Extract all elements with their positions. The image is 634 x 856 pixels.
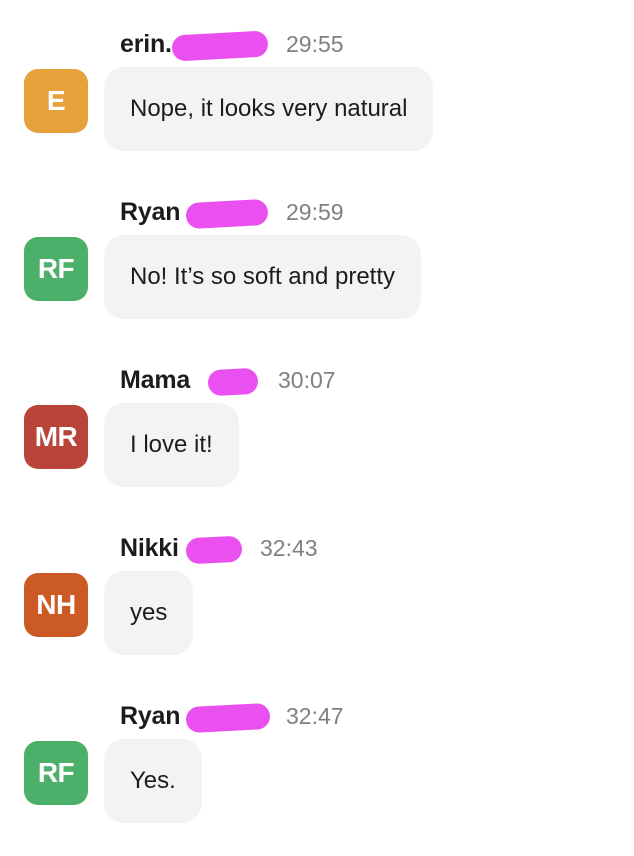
sender-name[interactable]: erin.: [120, 30, 172, 58]
avatar-initials: RF: [37, 253, 75, 284]
message-bubble: No! It’s so soft and pretty: [104, 235, 422, 319]
redaction-mark: [185, 198, 269, 229]
avatar-initials: NH: [36, 589, 76, 620]
avatar[interactable]: RF: [24, 237, 88, 301]
sender-name[interactable]: Ryan: [120, 702, 181, 730]
avatar[interactable]: NH: [24, 573, 88, 637]
message-header: Mama 30:07: [120, 363, 336, 397]
avatar-initials: MR: [34, 421, 78, 452]
message-text: I love it!: [130, 431, 213, 458]
message-bubble: yes: [104, 571, 194, 655]
sender-name-wrapper[interactable]: erin.: [120, 30, 270, 61]
message-item: Nikki 32:43 NH yes: [0, 531, 634, 699]
message-timestamp[interactable]: 29:55: [286, 31, 344, 58]
message-bubble: Nope, it looks very natural: [104, 67, 434, 151]
message-header: Ryan 32:47: [120, 699, 344, 733]
redaction-mark: [185, 535, 243, 564]
message-header: Ryan 29:59: [120, 195, 344, 229]
sender-name-wrapper[interactable]: Ryan: [120, 198, 270, 229]
avatar-initials: E: [46, 85, 66, 116]
sender-name-wrapper[interactable]: Nikki: [120, 534, 243, 564]
message-bubble: I love it!: [104, 403, 239, 487]
avatar-initials: RF: [37, 757, 75, 788]
message-timestamp[interactable]: 32:43: [260, 535, 318, 562]
message-item: erin. 29:55 E Nope, it looks very natura…: [0, 27, 634, 195]
message-timestamp[interactable]: 32:47: [286, 703, 344, 730]
chat-message-list: erin. 29:55 E Nope, it looks very natura…: [0, 0, 634, 856]
message-timestamp[interactable]: 29:59: [286, 199, 344, 226]
message-timestamp[interactable]: 30:07: [278, 367, 336, 394]
message-header: erin. 29:55: [120, 27, 344, 61]
sender-name-wrapper[interactable]: Ryan: [120, 702, 271, 733]
message-item: Ryan 32:47 RF Yes.: [0, 699, 634, 856]
redaction-mark: [185, 702, 271, 733]
message-text: yes: [130, 599, 168, 626]
message-item: Ryan 29:59 RF No! It’s so soft and prett…: [0, 195, 634, 363]
sender-name[interactable]: Nikki: [120, 534, 179, 562]
avatar[interactable]: RF: [24, 741, 88, 805]
avatar[interactable]: MR: [24, 405, 88, 469]
avatar[interactable]: E: [24, 69, 88, 133]
sender-name[interactable]: Mama: [120, 366, 190, 394]
message-text: Yes.: [130, 767, 176, 794]
message-header: Nikki 32:43: [120, 531, 318, 565]
message-text: No! It’s so soft and pretty: [130, 263, 396, 290]
message-item: Mama 30:07 MR I love it!: [0, 363, 634, 531]
message-text: Nope, it looks very natural: [130, 95, 408, 122]
message-bubble: Yes.: [104, 739, 202, 823]
sender-name-wrapper[interactable]: Mama: [120, 366, 260, 396]
sender-name[interactable]: Ryan: [120, 198, 181, 226]
redaction-mark: [207, 367, 259, 396]
redaction-mark: [171, 30, 269, 61]
